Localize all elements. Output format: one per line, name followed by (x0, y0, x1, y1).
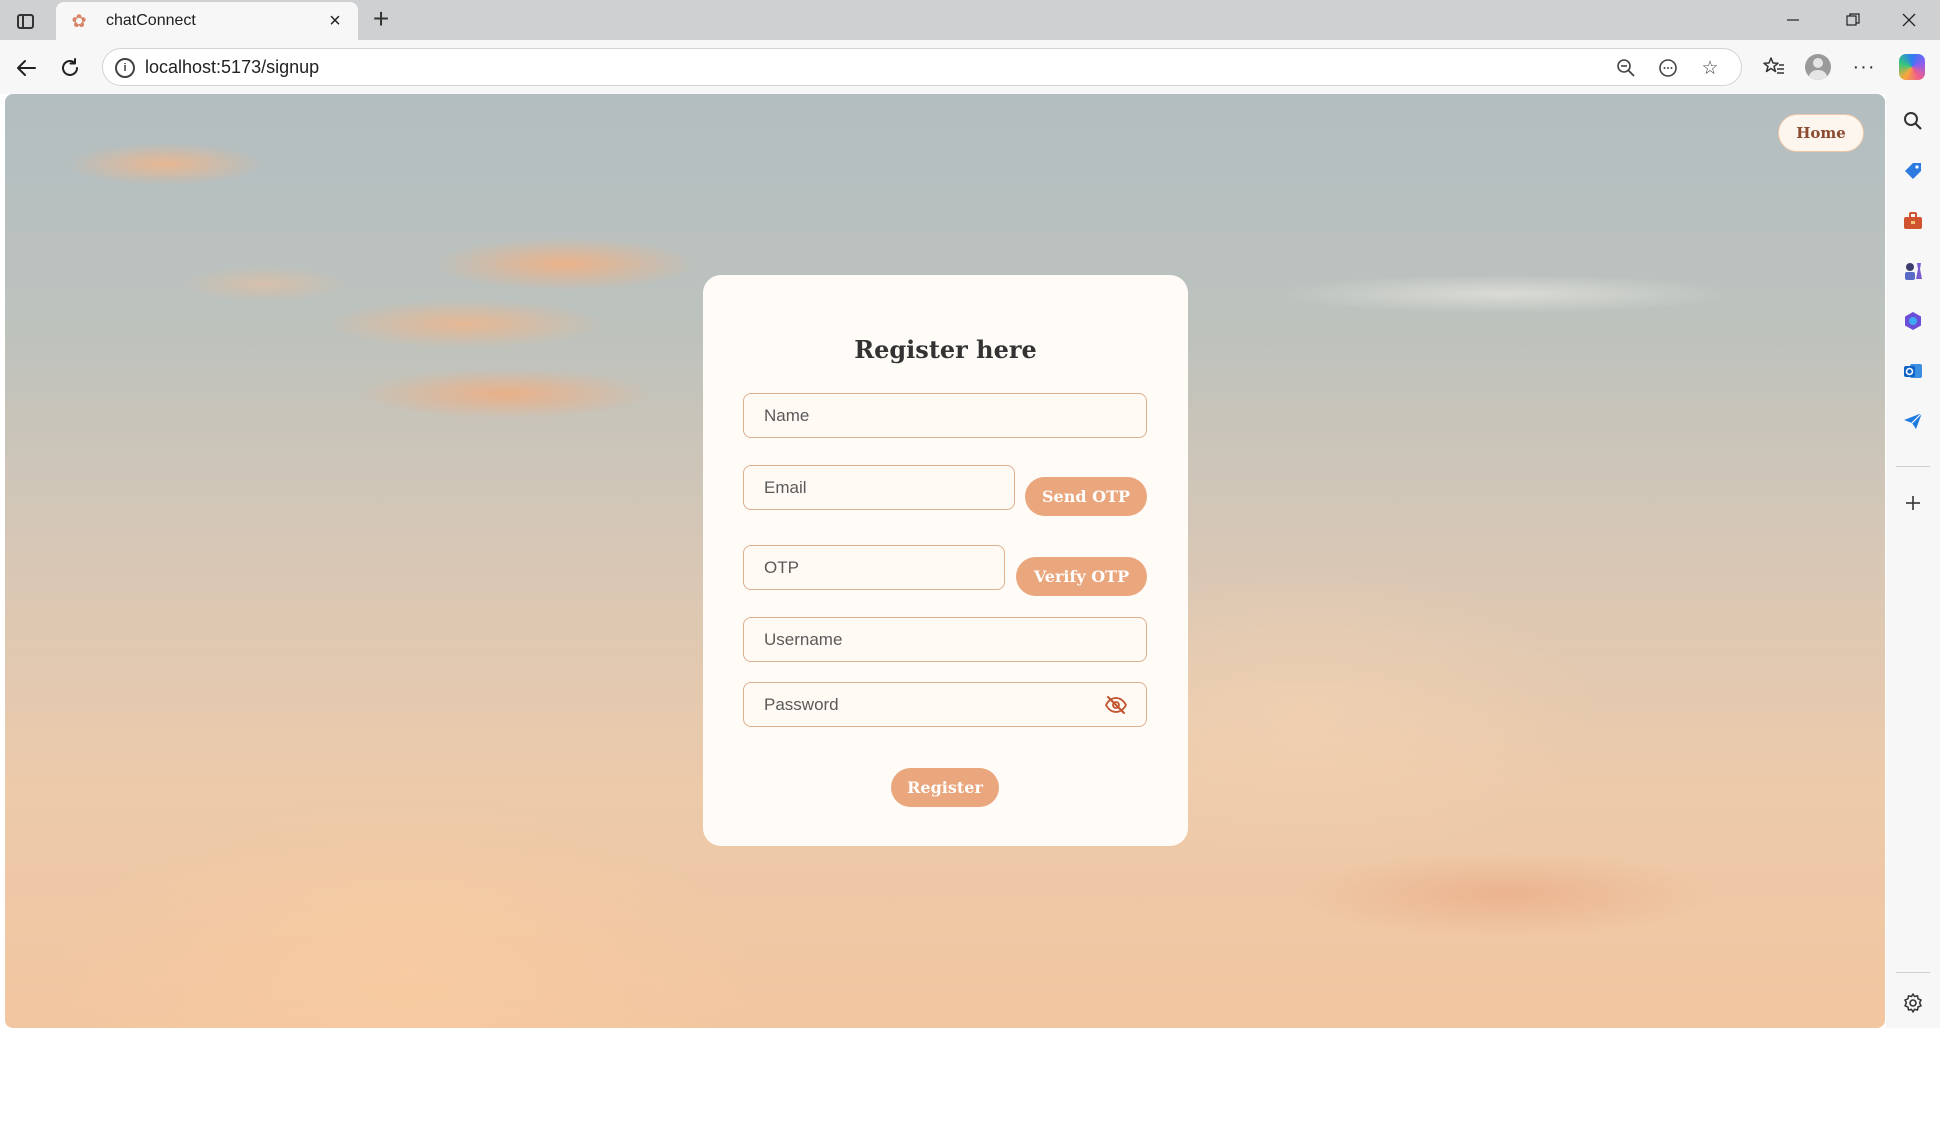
page-title: Register here (854, 335, 1037, 364)
more-menu-button[interactable]: ··· (1848, 51, 1880, 83)
restore-button[interactable] (1830, 6, 1876, 34)
tab-actions-button[interactable] (12, 8, 38, 34)
copilot-button[interactable] (1896, 51, 1928, 83)
arrow-left-icon (17, 60, 36, 76)
briefcase-icon[interactable] (1898, 206, 1928, 236)
back-button[interactable] (10, 52, 42, 84)
profile-button[interactable] (1802, 51, 1834, 83)
name-field[interactable]: Name (743, 393, 1147, 438)
send-icon[interactable] (1898, 406, 1928, 436)
eye-slash-icon[interactable] (1104, 695, 1128, 715)
copilot-icon (1899, 54, 1925, 80)
avatar (1805, 54, 1831, 80)
username-field[interactable]: Username (743, 617, 1147, 662)
username-placeholder: Username (764, 630, 843, 649)
password-placeholder: Password (764, 695, 839, 714)
zoom-out-icon[interactable] (1613, 55, 1639, 81)
name-placeholder: Name (764, 406, 810, 425)
navigation-bar: i localhost:5173/signup ☆ ··· (0, 40, 1940, 94)
chess-icon[interactable] (1898, 256, 1928, 286)
browser-tab[interactable]: ✿ chatConnect × (56, 2, 358, 40)
register-button[interactable]: Register (891, 768, 999, 807)
info-icon[interactable]: i (115, 58, 135, 78)
register-card: Register here Name Email Send OTP OTP Ve… (703, 275, 1188, 846)
otp-field[interactable]: OTP (743, 545, 1005, 590)
plus-icon[interactable] (1898, 488, 1928, 518)
office-icon[interactable] (1898, 306, 1928, 336)
star-icon[interactable]: ☆ (1697, 55, 1723, 81)
flower-icon: ✿ (71, 10, 87, 31)
favorites-icon (1763, 57, 1784, 74)
email-placeholder: Email (764, 478, 807, 497)
email-field[interactable]: Email (743, 465, 1015, 510)
reload-icon (62, 58, 78, 76)
sidebar-divider (1896, 972, 1930, 973)
otp-placeholder: OTP (764, 558, 799, 577)
close-icon (1902, 13, 1916, 27)
page-viewport: Home Register here Name Email Send OTP O… (5, 94, 1885, 1028)
tab-title: chatConnect (106, 12, 196, 29)
url-text[interactable]: localhost:5173/signup (145, 57, 319, 78)
settings-icon[interactable] (1898, 988, 1928, 1018)
minimize-icon (1787, 19, 1799, 21)
close-tab-icon[interactable]: × (324, 10, 346, 32)
new-tab-button[interactable]: + (366, 3, 396, 34)
home-button[interactable]: Home (1778, 114, 1864, 152)
search-icon[interactable] (1898, 106, 1928, 136)
reading-mode-icon[interactable] (1655, 55, 1681, 81)
sidebar-divider (1896, 466, 1930, 467)
close-window-button[interactable] (1886, 6, 1932, 34)
tab-bar: ✿ chatConnect × + (0, 0, 1940, 40)
sidebar-toggle-icon (16, 13, 34, 29)
address-bar[interactable]: i localhost:5173/signup ☆ (102, 48, 1742, 86)
send-otp-button[interactable]: Send OTP (1025, 477, 1147, 516)
reload-button[interactable] (54, 52, 86, 84)
tag-icon[interactable] (1898, 156, 1928, 186)
favorites-button[interactable] (1758, 51, 1790, 83)
browser-sidebar (1886, 94, 1940, 1028)
more-icon: ··· (1852, 55, 1876, 78)
restore-icon (1846, 13, 1860, 26)
outlook-icon[interactable] (1898, 356, 1928, 386)
verify-otp-button[interactable]: Verify OTP (1016, 557, 1147, 596)
password-field[interactable]: Password (743, 682, 1147, 727)
minimize-button[interactable] (1770, 6, 1816, 34)
